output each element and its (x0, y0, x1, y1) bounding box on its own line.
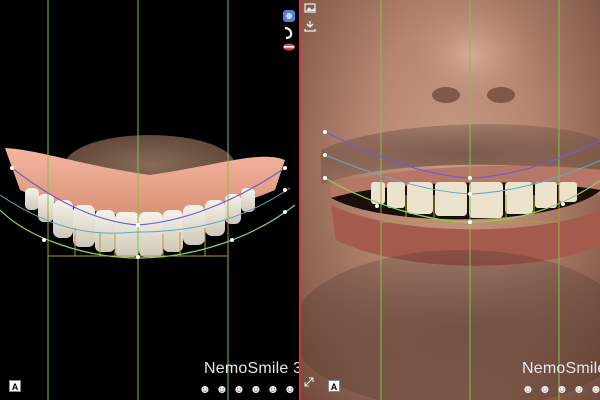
brand-logo-text-photo: NemoSmile 3 (522, 360, 600, 377)
head-side-icon[interactable]: ☻ (555, 382, 569, 396)
brand-logo-text: NemoSmile 3D (204, 360, 299, 377)
left-3d-canvas[interactable] (0, 0, 300, 400)
lips-icon[interactable] (282, 40, 296, 54)
left-3d-view[interactable]: A NemoSmile 3D ☻ ☻ ☻ ☻ ☻ ☻ (0, 0, 300, 400)
resize-icon[interactable] (304, 377, 318, 391)
nostril-right (487, 87, 515, 103)
head-icon[interactable]: ☻ (538, 382, 552, 396)
jaw-icon[interactable] (282, 26, 296, 40)
nose-area (401, 0, 541, 115)
export-icon[interactable] (304, 20, 318, 34)
nostril-left (432, 87, 460, 103)
nemosmile-window: A NemoSmile 3D ☻ ☻ ☻ ☻ ☻ ☻ (0, 0, 600, 400)
view-label-a: A (9, 380, 21, 392)
camera-view-icons-photo: ☻ ☻ ☻ ☻ ☻ (521, 382, 600, 396)
camera-view-icons: ☻ ☻ ☻ ☻ ☻ ☻ (198, 382, 297, 396)
head-front-icon[interactable]: ☻ (521, 382, 535, 396)
head-icon[interactable]: ☻ (215, 382, 229, 396)
head-top-icon[interactable]: ☻ (266, 382, 280, 396)
head-tilt-icon[interactable]: ☻ (283, 382, 297, 396)
head-side-right-icon[interactable]: ☻ (249, 382, 263, 396)
head-front-icon[interactable]: ☻ (198, 382, 212, 396)
right-photo-view[interactable]: A NemoSmile 3 ☻ ☻ ☻ ☻ ☻ (300, 0, 600, 400)
scan-icon[interactable] (282, 9, 296, 23)
head-side-right-icon[interactable]: ☻ (572, 382, 586, 396)
image-icon[interactable] (304, 2, 318, 16)
head-top-icon[interactable]: ☻ (589, 382, 600, 396)
right-photo-canvas[interactable] (301, 0, 600, 400)
head-side-icon[interactable]: ☻ (232, 382, 246, 396)
view-label-a-photo: A (328, 380, 340, 392)
